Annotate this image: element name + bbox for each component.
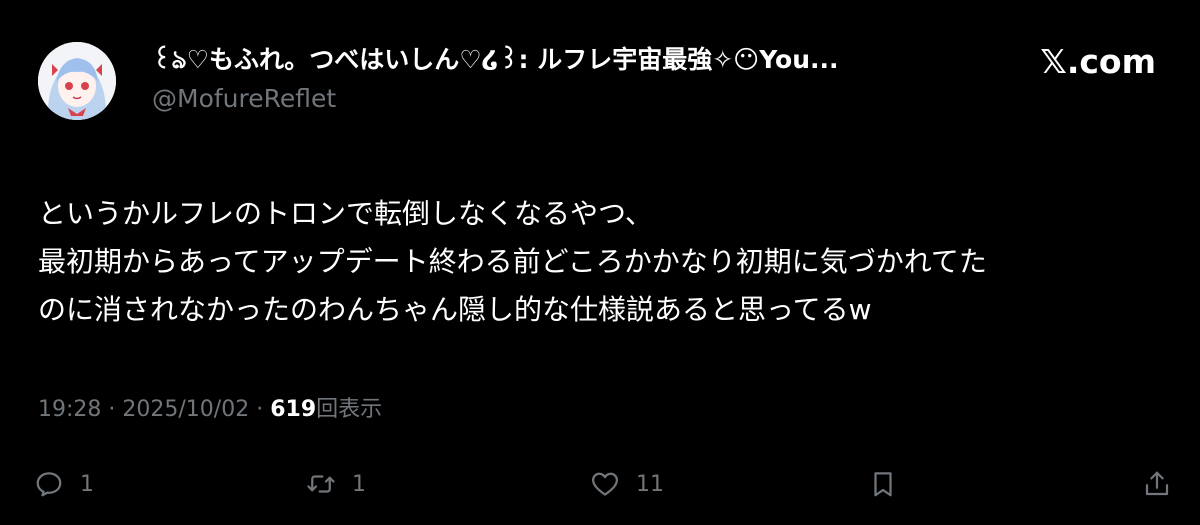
share-button[interactable] (1142, 462, 1172, 506)
like-count: 11 (636, 471, 664, 497)
reply-icon (34, 469, 64, 499)
like-button[interactable]: 11 (590, 462, 664, 506)
retweet-count: 1 (352, 471, 366, 497)
retweet-icon (306, 469, 336, 499)
tweet-meta: 19:28 · 2025/10/02 · 619回表示 (38, 393, 382, 427)
bookmark-icon (868, 469, 898, 499)
meta-separator: · (108, 397, 116, 422)
tweet-text-line: のに消されなかったのわんちゃん隠し的な仕様説あると思ってるw (38, 293, 872, 326)
retweet-button[interactable]: 1 (306, 462, 366, 506)
meta-separator: · (256, 397, 264, 422)
tweet-time[interactable]: 19:28 (38, 397, 101, 422)
like-icon (590, 469, 620, 499)
share-icon (1142, 469, 1172, 499)
action-bar: 1 1 11 (0, 462, 1200, 506)
user-handle[interactable]: @MofureReflet (152, 83, 336, 115)
views-label: 回表示 (316, 397, 383, 422)
tweet-text-line: 最初期からあってアップデート終わる前どころかかなり初期に気づかれてた (38, 245, 987, 278)
display-name[interactable]: ꒰ঌ♡もふれ。つべはいしん♡໒꒱: ルフレ宇宙最強✧😶You... (152, 42, 839, 78)
tweet-text: というかルフレのトロンで転倒しなくなるやつ、 最初期からあってアップデート終わる… (38, 190, 1168, 334)
avatar[interactable] (38, 42, 116, 120)
reply-count: 1 (80, 471, 94, 497)
avatar-image (38, 42, 116, 120)
views-count[interactable]: 619 (270, 397, 316, 422)
x-com-brand[interactable]: 𝕏.com (1040, 40, 1156, 84)
reply-button[interactable]: 1 (34, 462, 94, 506)
tweet-text-line: というかルフレのトロンで転倒しなくなるやつ、 (38, 197, 653, 230)
tweet-date[interactable]: 2025/10/02 (122, 397, 249, 422)
bookmark-button[interactable] (868, 462, 898, 506)
